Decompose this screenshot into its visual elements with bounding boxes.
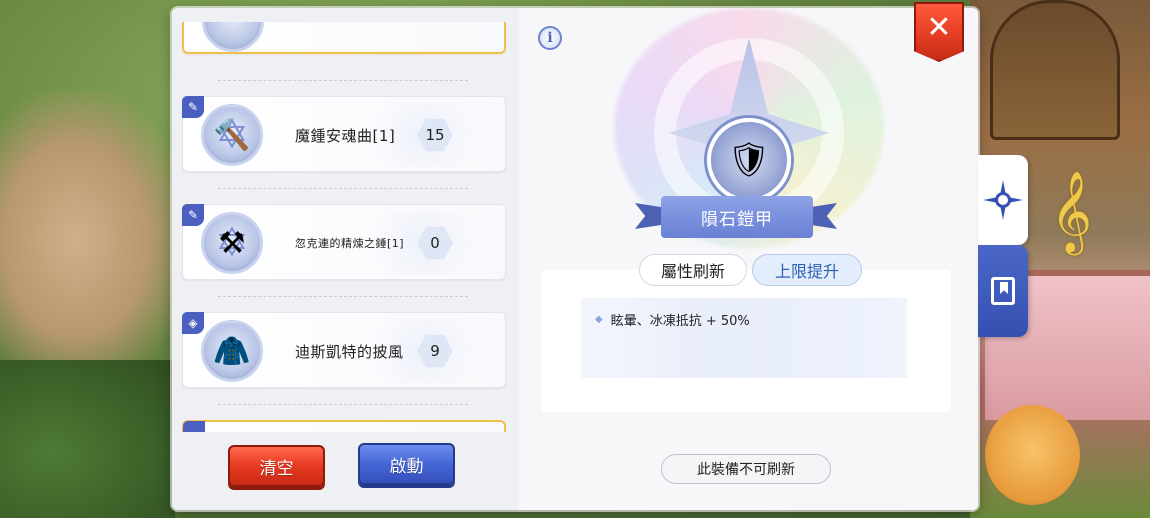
item-thumbnail: ✡ ⚒: [201, 212, 263, 274]
list-item-selected[interactable]: [182, 22, 506, 54]
close-icon: ✕: [926, 9, 952, 45]
divider: [218, 188, 468, 189]
close-button[interactable]: ✕: [914, 2, 964, 62]
list-item[interactable]: ✎ ✡ ⚒ 忽克連的精煉之錘[1] 0: [182, 204, 506, 280]
bullet-diamond-icon: ◆: [595, 314, 603, 325]
music-note-decoration: 𝄞: [1050, 170, 1092, 252]
refresh-status-button[interactable]: 此裝備不可刷新: [661, 454, 831, 484]
info-icon[interactable]: i: [538, 26, 562, 50]
item-name: 忽克連的精煉之錘[1]: [295, 237, 405, 250]
item-list[interactable]: ✎ ✡ 🔨 魔鍾安魂曲[1] 15 ✎ ✡ ⚒ 忽克連的精煉之錘[1] 0 ◈ …: [178, 22, 510, 432]
cloak-icon: 🧥: [213, 333, 251, 369]
side-tab-book[interactable]: [978, 245, 1028, 337]
list-item[interactable]: ◈ 🧥 迪斯凱特的披風 9: [182, 312, 506, 388]
activate-button[interactable]: 啟動: [358, 443, 455, 485]
divider: [218, 404, 468, 405]
stat-line: ◆ 眩暈、冰凍抵抗 + 50%: [595, 310, 750, 329]
stat-text: 眩暈、冰凍抵抗 + 50%: [610, 314, 750, 329]
item-name: 魔鍾安魂曲[1]: [295, 126, 396, 145]
compass-icon: [983, 180, 1023, 220]
item-list-pane: ✎ ✡ 🔨 魔鍾安魂曲[1] 15 ✎ ✡ ⚒ 忽克連的精煉之錘[1] 0 ◈ …: [172, 8, 519, 510]
weapon-icon: ✎: [182, 96, 204, 118]
golden-hammer-icon: ⚒: [218, 225, 246, 261]
item-detail-pane: i 🛡 隕石鎧甲 ◆ 眩暈、冰凍抵抗 + 50% 屬性刷新 上限提升 此裝備不可…: [519, 8, 978, 510]
equipment-name-banner: 隕石鎧甲: [661, 196, 813, 238]
list-item[interactable]: ✎ ✡ 🔨 魔鍾安魂曲[1] 15: [182, 96, 506, 172]
weapon-icon: [183, 421, 205, 432]
item-name: 迪斯凱特的披風: [295, 342, 404, 361]
background-house: [990, 0, 1120, 140]
side-tab-refine[interactable]: [978, 155, 1028, 245]
bookmark-book-icon: [991, 277, 1015, 305]
equipment-refine-panel: ✎ ✡ 🔨 魔鍾安魂曲[1] 15 ✎ ✡ ⚒ 忽克連的精煉之錘[1] 0 ◈ …: [172, 8, 978, 510]
tab-attribute-refresh[interactable]: 屬性刷新: [639, 254, 747, 286]
background-path: [0, 90, 190, 390]
item-thumbnail: 🧥: [201, 320, 263, 382]
item-thumbnail: ✡ 🔨: [201, 104, 263, 166]
weapon-icon: ✎: [182, 204, 204, 226]
divider: [218, 296, 468, 297]
background-cat-mascot: [985, 405, 1080, 505]
background-grass: [0, 360, 175, 518]
stat-row: ◆ 眩暈、冰凍抵抗 + 50%: [581, 298, 907, 378]
tab-limit-raise[interactable]: 上限提升: [752, 254, 862, 286]
item-thumbnail: [202, 22, 264, 52]
list-item[interactable]: [182, 420, 506, 432]
stats-box: ◆ 眩暈、冰凍抵抗 + 50%: [541, 270, 951, 412]
armor-item-icon: 🛡: [707, 118, 791, 202]
armor-icon: ◈: [182, 312, 204, 334]
hammer-icon: 🔨: [213, 117, 251, 153]
divider: [218, 80, 468, 81]
clear-button[interactable]: 清空: [228, 445, 325, 487]
